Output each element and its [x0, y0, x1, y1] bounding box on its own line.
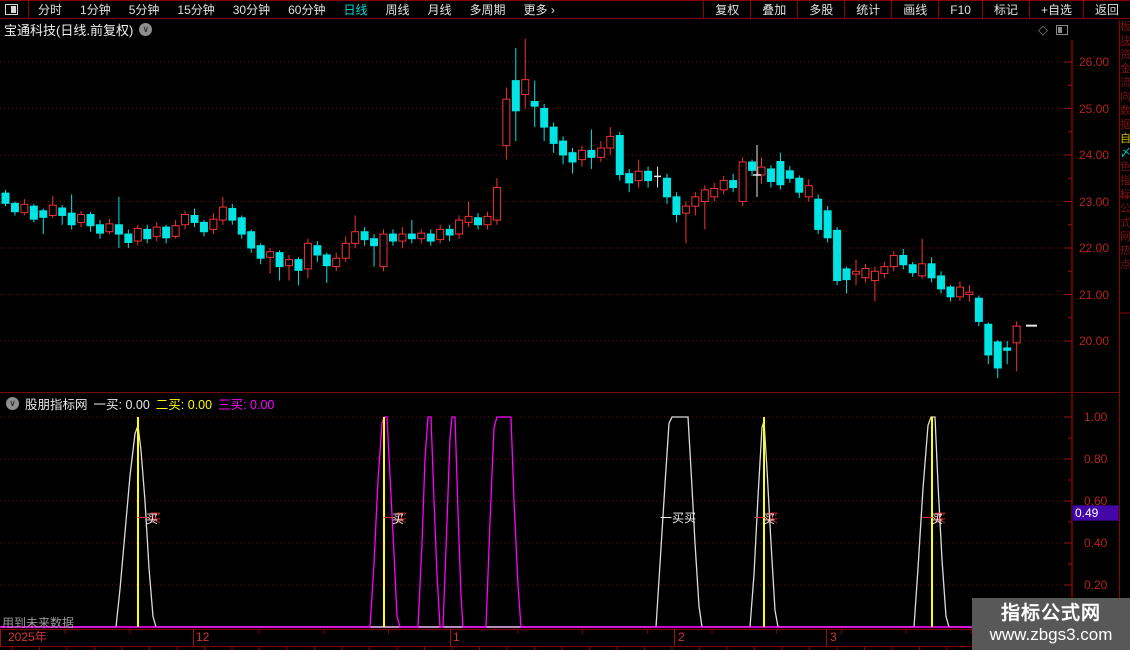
watermark-url: www.zbgs3.com	[989, 625, 1113, 644]
toolbar-actions: 复权 叠加 多股 统计 画线 F10 标记 +自选 返回	[703, 1, 1130, 18]
app-window: 分时 1分钟 5分钟 15分钟 30分钟 60分钟 日线 周线 月线 多周期 更多 › 复权 叠加 多股…	[0, 0, 1130, 650]
chart-title-bar: 宝通科技(日线.前复权) ∨	[0, 20, 1130, 39]
price-axis-label: 25.00	[1079, 101, 1110, 116]
sidebar-strip-char: 式	[1120, 217, 1130, 229]
indicator-value-yibuy: 一买: 0.00	[93, 397, 150, 412]
indicator-value-sanbuy: 三买: 0.00	[218, 397, 275, 412]
indicator-value-erbuy: 二买: 0.00	[155, 397, 213, 412]
window-layout-icon[interactable]	[5, 4, 18, 15]
sidebar-strip-char: 向	[1120, 91, 1130, 103]
watermark-title: 指标公式网	[1000, 603, 1101, 624]
sidebar-strip-char: 公	[1120, 203, 1130, 215]
title-bar-icons: ◇	[1038, 22, 1068, 38]
btn-draw[interactable]: 画线	[891, 1, 938, 18]
chevron-down-icon[interactable]: ∨	[139, 23, 153, 36]
sidebar-strip-char: 板	[1120, 21, 1130, 33]
btn-add-watch[interactable]: +自选	[1028, 1, 1083, 18]
tab-1min[interactable]: 1分钟	[71, 1, 120, 18]
tab-60min[interactable]: 60分钟	[279, 1, 334, 18]
sidebar-strip-char: 块	[1120, 35, 1130, 47]
indicator-current-value-badge: 0.49	[1072, 505, 1119, 521]
future-data-note: 用到未来数据	[2, 616, 75, 630]
charts-canvas	[0, 20, 1130, 650]
tab-multi-period[interactable]: 多周期	[461, 1, 515, 18]
sidebar-strip-char: 流	[1120, 77, 1130, 89]
sidebar-strip-char: 标	[1120, 189, 1130, 201]
btn-fuquan[interactable]: 复权	[703, 1, 750, 18]
time-axis-label: 1	[453, 630, 460, 644]
indicator-axis-label: 0.20	[1084, 578, 1108, 592]
stock-title: 宝通科技(日线.前复权)	[4, 23, 134, 38]
btn-overlay[interactable]: 叠加	[750, 1, 797, 18]
sidebar-strip-char: 数	[1120, 105, 1130, 117]
price-axis-label: 24.00	[1079, 148, 1110, 162]
sidebar-strip-char: 热	[1120, 245, 1130, 257]
indicator-header: ∨ 股朋指标网 一买: 0.00 二买: 0.00 三买: 0.00	[0, 395, 275, 412]
sidebar-strip-char: 资	[1120, 49, 1130, 61]
tab-more[interactable]: 更多 ›	[515, 1, 564, 18]
tab-5min[interactable]: 5分钟	[120, 1, 169, 18]
sidebar-strip-char: 金	[1120, 63, 1130, 75]
indicator-chevron-down-icon[interactable]: ∨	[6, 396, 19, 410]
tab-monthly[interactable]: 月线	[419, 1, 461, 18]
time-axis-label: 2025年	[8, 630, 47, 644]
indicator-axis-label: 1.00	[1084, 410, 1108, 424]
sidebar-strip-char: 自	[1120, 133, 1130, 145]
watermark: 指标公式网 www.zbgs3.com	[972, 598, 1130, 650]
btn-mark[interactable]: 标记	[981, 1, 1029, 18]
right-sidebar-strip[interactable]: 板块资金流向数据自〆色指标公式网热点	[1120, 20, 1130, 650]
indicator-axis-label: 0.80	[1084, 452, 1108, 466]
price-axis-label: 21.00	[1079, 287, 1110, 302]
buy-signal-label: 一买买	[922, 511, 947, 526]
tab-30min[interactable]: 30分钟	[224, 1, 279, 18]
period-toolbar: 分时 1分钟 5分钟 15分钟 30分钟 60分钟 日线 周线 月线 多周期 更多 › 复权 叠加 多股…	[0, 0, 1130, 19]
time-axis-label: 3	[830, 630, 837, 644]
price-axis-label: 26.00	[1079, 55, 1110, 69]
sidebar-strip-char: 色	[1120, 161, 1130, 173]
buy-signal-label: 一买买	[754, 511, 779, 526]
indicator-title: 股朋指标网	[25, 397, 88, 412]
tab-daily[interactable]: 日线	[334, 1, 376, 18]
btn-f10[interactable]: F10	[938, 1, 982, 18]
indicator-axis-label: 0.40	[1084, 536, 1108, 550]
sidebar-strip-char: 网	[1120, 231, 1130, 243]
btn-back[interactable]: 返回	[1082, 1, 1130, 18]
period-tabs: 分时 1分钟 5分钟 15分钟 30分钟 60分钟 日线 周线 月线 多周期 更多 ›	[29, 1, 564, 18]
buy-signal-label: 一买买	[383, 511, 408, 526]
price-axis-label: 20.00	[1079, 334, 1110, 348]
buy-signal-label: 一买买	[137, 511, 162, 526]
btn-stats[interactable]: 统计	[844, 1, 891, 18]
btn-multi-stock[interactable]: 多股	[797, 1, 844, 18]
sidebar-strip-char: 点	[1120, 259, 1130, 271]
tab-15min[interactable]: 15分钟	[168, 1, 223, 18]
price-axis-label: 22.00	[1079, 241, 1110, 255]
sidebar-strip-char: 指	[1120, 175, 1130, 187]
sidebar-strip-char: 据	[1120, 119, 1130, 131]
price-axis-label: 23.00	[1079, 194, 1110, 209]
time-axis-label: 2	[678, 630, 685, 644]
buy-signal-label: 一买买	[660, 511, 697, 525]
split-pane-icon[interactable]	[1056, 25, 1068, 35]
tab-fenshi[interactable]: 分时	[29, 1, 71, 18]
sidebar-strip-char: 〆	[1120, 147, 1130, 159]
diamond-icon[interactable]: ◇	[1038, 22, 1048, 38]
tab-weekly[interactable]: 周线	[376, 1, 418, 18]
time-axis-label: 12	[196, 630, 210, 644]
